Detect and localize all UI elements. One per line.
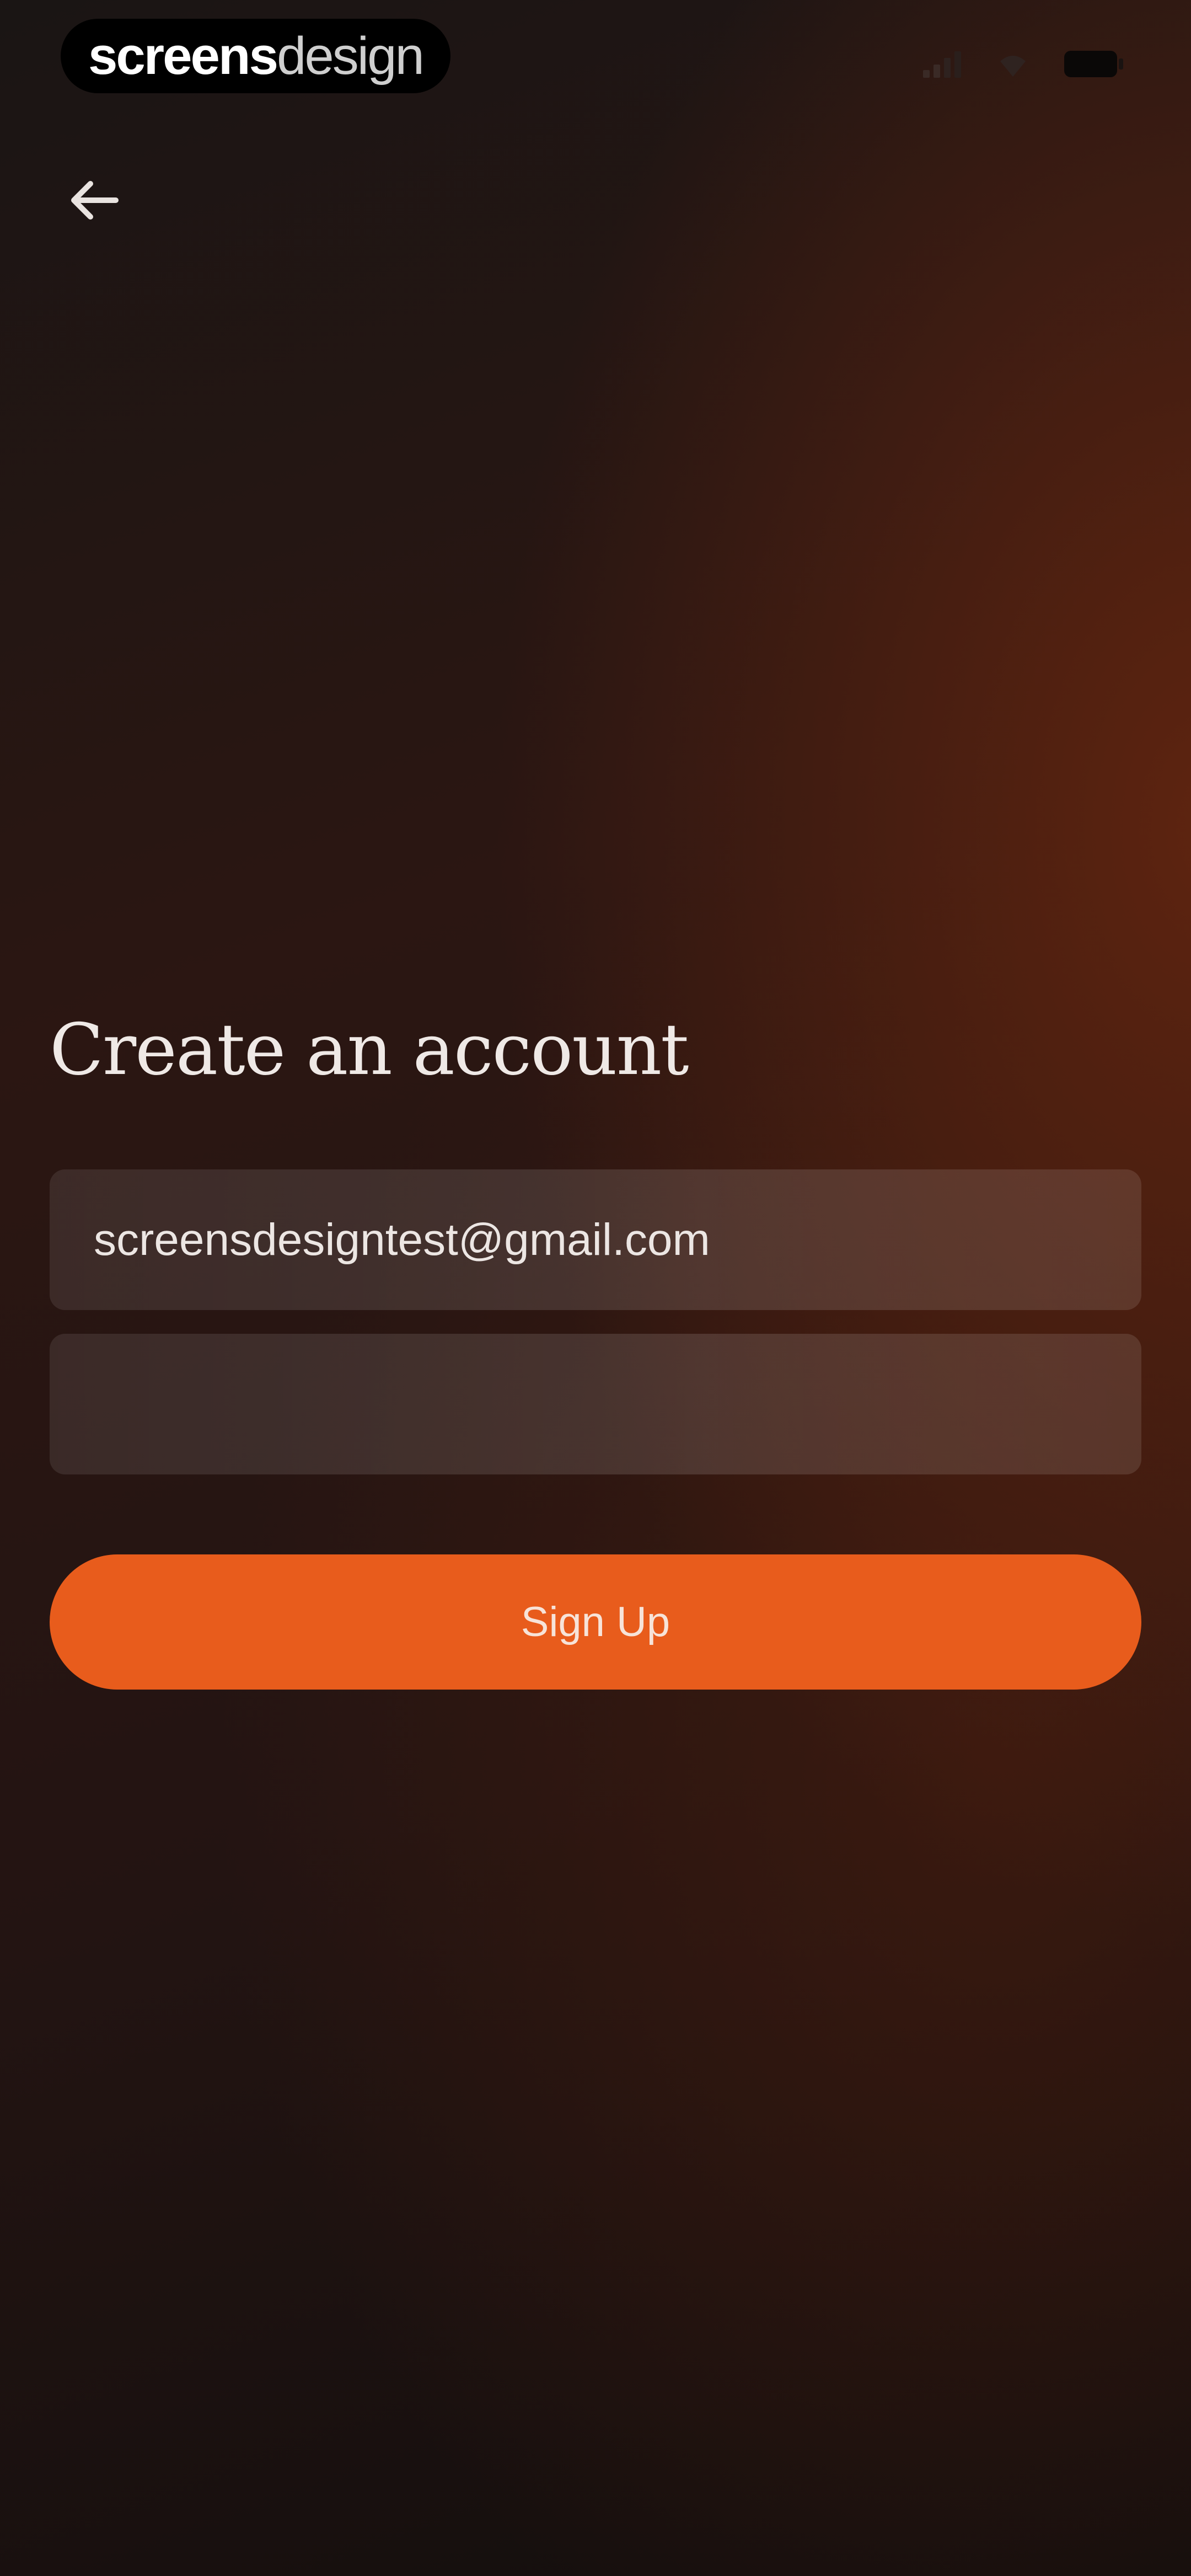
back-button[interactable] <box>61 168 127 234</box>
brand-watermark: screensdesign <box>61 19 450 93</box>
arrow-left-icon <box>66 178 121 225</box>
signal-icon <box>923 50 962 78</box>
email-field-container <box>50 1169 1141 1310</box>
brand-logo-bold: screens <box>88 26 278 85</box>
sign-up-button-label: Sign Up <box>521 1599 670 1645</box>
sign-up-button[interactable]: Sign Up <box>50 1554 1141 1690</box>
status-bar: screensdesign <box>0 0 1191 116</box>
wifi-icon <box>995 50 1031 78</box>
brand-logo-light: design <box>276 26 425 85</box>
battery-icon <box>1064 49 1125 79</box>
page-title: Create an account <box>50 1009 689 1091</box>
password-field[interactable] <box>50 1334 1141 1474</box>
email-field[interactable] <box>50 1169 1141 1310</box>
password-field-container <box>50 1334 1141 1474</box>
status-icons <box>923 49 1125 79</box>
brand-logo: screensdesign <box>88 29 425 83</box>
